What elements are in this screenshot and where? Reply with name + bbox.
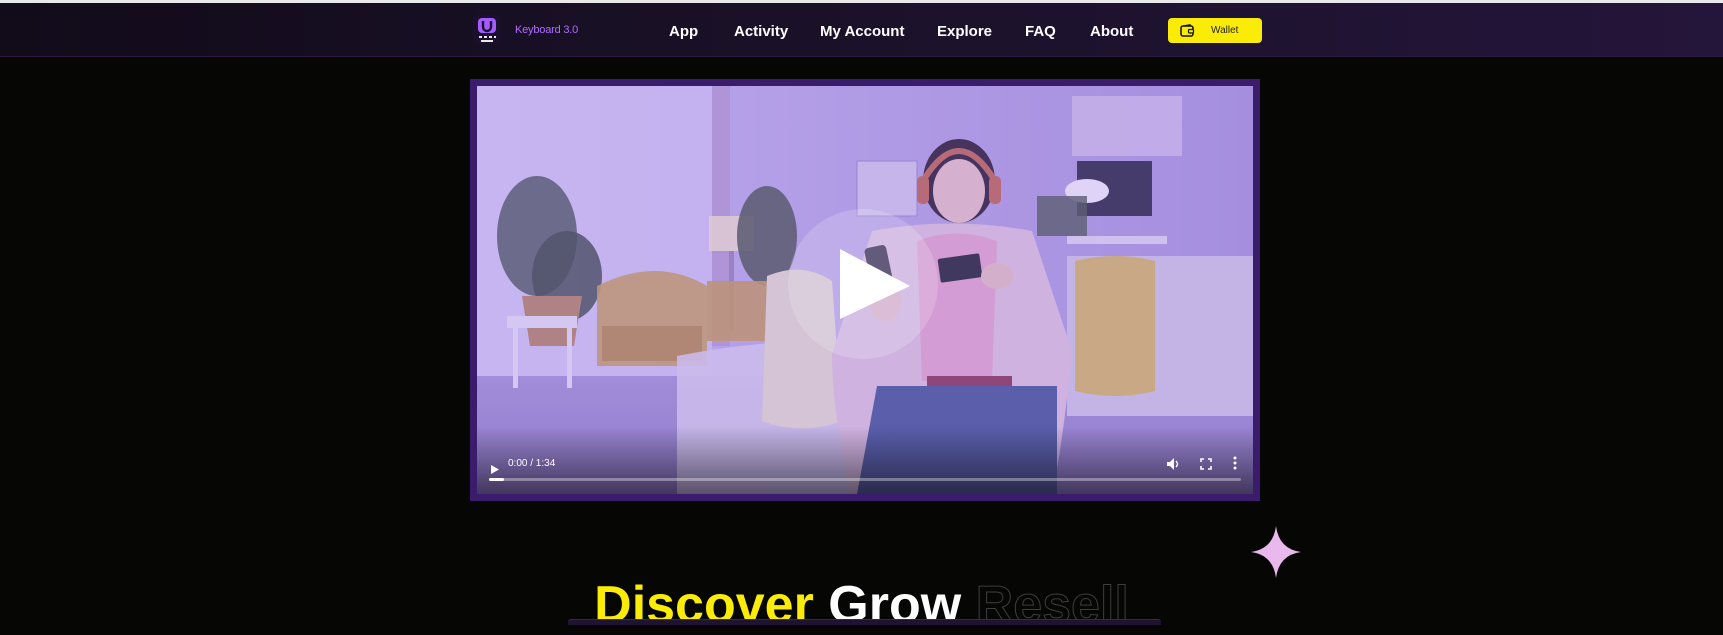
nav-activity[interactable]: Activity	[734, 23, 788, 40]
video-player[interactable]: 0:00 / 1:34	[477, 86, 1253, 494]
video-time: 0:00 / 1:34	[508, 458, 556, 469]
nav-about[interactable]: About	[1090, 23, 1133, 40]
volume-icon[interactable]	[1167, 457, 1181, 475]
video-progress-fill	[489, 478, 505, 481]
wallet-button[interactable]: Wallet	[1168, 18, 1262, 43]
keyboard-u-logo-icon[interactable]	[473, 15, 501, 44]
play-icon	[840, 249, 910, 319]
video-frame: 0:00 / 1:34	[470, 79, 1260, 501]
nav-my-account[interactable]: My Account	[820, 23, 904, 40]
brand-name[interactable]: Keyboard 3.0	[515, 24, 578, 36]
fullscreen-icon[interactable]	[1200, 457, 1212, 475]
hero-headline: Discover Grow Resell	[0, 575, 1723, 635]
sparkle-icon	[1251, 526, 1301, 583]
video-controls-bar	[477, 426, 1253, 494]
bottom-panel-edge	[568, 619, 1161, 625]
big-play-button[interactable]	[788, 209, 938, 359]
headline-word-grow: Grow	[828, 575, 962, 634]
control-play-icon[interactable]	[491, 461, 499, 479]
more-vert-icon[interactable]	[1233, 456, 1237, 475]
headline-word-discover: Discover	[594, 575, 814, 634]
headline-word-resell: Resell	[975, 575, 1129, 634]
wallet-icon	[1180, 24, 1195, 42]
nav-explore[interactable]: Explore	[937, 23, 992, 40]
nav-app[interactable]: App	[669, 23, 698, 40]
nav-faq[interactable]: FAQ	[1025, 23, 1056, 40]
wallet-label: Wallet	[1211, 25, 1239, 36]
top-navbar: Keyboard 3.0 App Activity My Account Exp…	[0, 3, 1723, 57]
video-progress-bar[interactable]	[489, 478, 1241, 481]
